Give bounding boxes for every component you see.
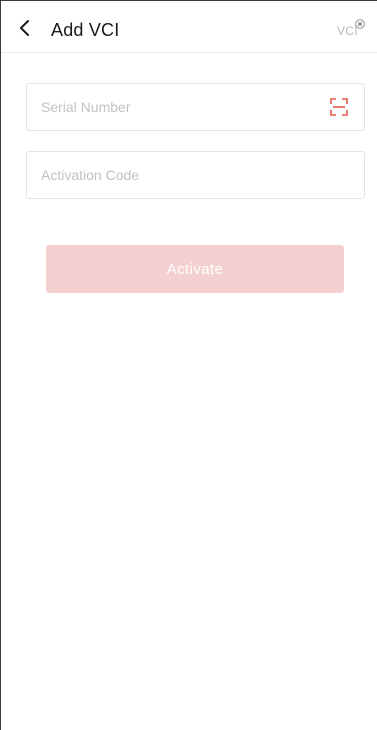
close-circle-icon [355, 19, 365, 29]
app-screen: Add VCI VCI Activate [0, 0, 377, 730]
scan-button[interactable] [330, 98, 348, 116]
vci-status-button[interactable]: VCI [337, 19, 365, 39]
activation-code-field [26, 151, 365, 199]
activation-code-input[interactable] [41, 152, 321, 198]
page-title: Add VCI [51, 20, 120, 40]
serial-number-input[interactable] [41, 84, 321, 130]
serial-number-field [26, 83, 365, 131]
chevron-left-icon [20, 20, 29, 36]
top-bar: Add VCI VCI [1, 1, 377, 53]
back-button[interactable] [15, 17, 35, 39]
scan-icon [330, 98, 348, 116]
activate-button[interactable]: Activate [46, 245, 344, 293]
